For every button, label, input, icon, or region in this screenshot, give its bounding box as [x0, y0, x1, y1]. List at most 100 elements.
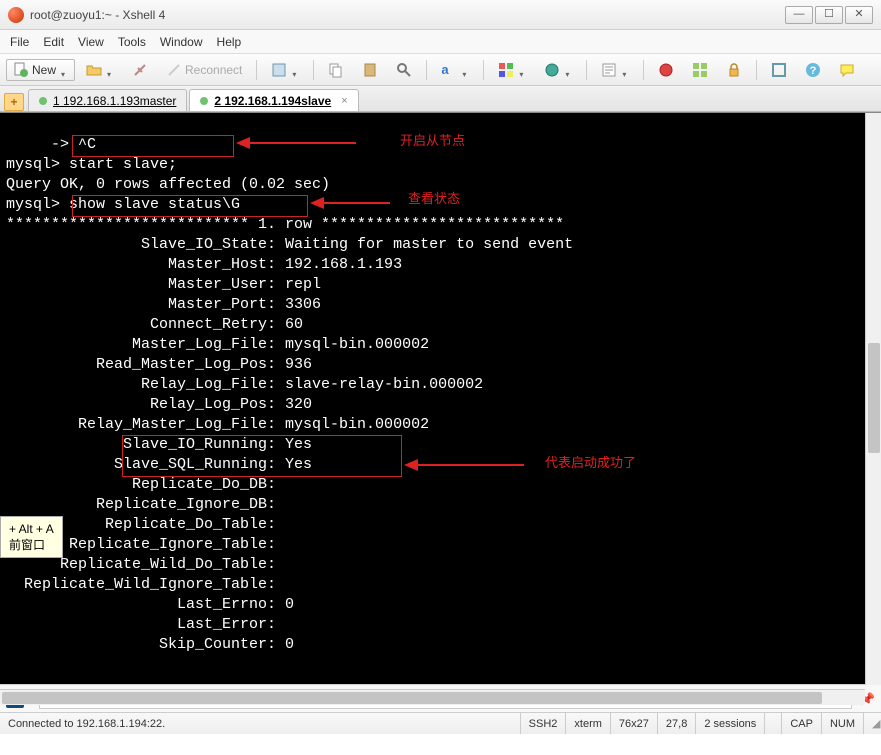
scrollbar-thumb[interactable] [2, 692, 822, 704]
terminal-line: Slave_SQL_Running: Yes [6, 455, 875, 475]
terminal-line: *************************** 1. row *****… [6, 215, 875, 235]
terminal-line: Master_Log_File: mysql-bin.000002 [6, 335, 875, 355]
terminal-line: Replicate_Wild_Do_Table: [6, 555, 875, 575]
terminal-line: Relay_Log_Pos: 320 [6, 395, 875, 415]
status-term: xterm [565, 713, 610, 734]
window-title: root@zuoyu1:~ - Xshell 4 [30, 8, 783, 22]
maximize-button[interactable]: ☐ [815, 6, 843, 24]
properties-button[interactable] [264, 59, 306, 81]
menu-bar: File Edit View Tools Window Help [0, 30, 881, 54]
terminal-line: Connect_Retry: 60 [6, 315, 875, 335]
terminal-line: Relay_Log_File: slave-relay-bin.000002 [6, 375, 875, 395]
terminal-line: Skip_Counter: 0 [6, 635, 875, 655]
reconnect-icon [166, 62, 182, 78]
resize-grip-icon[interactable]: ◢ [872, 717, 880, 730]
menu-view[interactable]: View [78, 35, 104, 49]
menu-file[interactable]: File [10, 35, 29, 49]
tab-bar: + 1 192.168.1.193master 2 192.168.1.194s… [0, 86, 881, 112]
status-cap: CAP [781, 713, 821, 734]
tab-label: 1 192.168.1.193master [53, 94, 176, 108]
xftp-button[interactable] [651, 59, 681, 81]
help-button[interactable]: ? [798, 59, 828, 81]
status-cursor: 27,8 [657, 713, 695, 734]
terminal-line: Replicate_Ignore_DB: [6, 495, 875, 515]
xftp-icon [658, 62, 674, 78]
status-connection: Connected to 192.168.1.194:22. [0, 718, 165, 730]
tooltip-line: 前窗口 [9, 537, 54, 553]
tile-button[interactable] [685, 59, 715, 81]
separator [426, 60, 427, 80]
menu-edit[interactable]: Edit [43, 35, 64, 49]
terminal-line: Read_Master_Log_Pos: 936 [6, 355, 875, 375]
copy-button[interactable] [321, 59, 351, 81]
new-label: New [32, 63, 56, 77]
dropdown-icon [462, 66, 469, 73]
paste-button[interactable] [355, 59, 385, 81]
new-tab-button[interactable]: + [4, 93, 24, 111]
terminal-line: Last_Errno: 0 [6, 595, 875, 615]
tab-master[interactable]: 1 192.168.1.193master [28, 89, 187, 111]
app-icon [8, 7, 24, 23]
separator [256, 60, 257, 80]
separator [586, 60, 587, 80]
tab-label: 2 192.168.1.194slave [214, 94, 331, 108]
terminal-line: mysql> start slave; [6, 155, 875, 175]
annotation-1: 开启从节点 [400, 131, 465, 151]
search-icon [396, 62, 412, 78]
paste-icon [362, 62, 378, 78]
toolbar: New Reconnect a ? [0, 54, 881, 86]
svg-text:?: ? [810, 65, 817, 77]
font-icon: a [441, 62, 457, 78]
scrollbar-thumb[interactable] [868, 343, 880, 453]
dropdown-icon [622, 66, 629, 73]
terminal-line: Replicate_Wild_Ignore_Table: [6, 575, 875, 595]
horizontal-scrollbar[interactable] [0, 689, 865, 705]
chat-button[interactable] [832, 59, 862, 81]
properties-icon [271, 62, 287, 78]
fullscreen-button[interactable] [764, 59, 794, 81]
menu-window[interactable]: Window [160, 35, 203, 49]
new-button[interactable]: New [6, 59, 75, 81]
menu-help[interactable]: Help [217, 35, 242, 49]
terminal[interactable]: -> ^Cmysql> start slave;Query OK, 0 rows… [0, 112, 881, 684]
globe-button[interactable] [537, 59, 579, 81]
vertical-scrollbar[interactable] [865, 113, 881, 685]
status-dot-icon [200, 97, 208, 105]
font-button[interactable]: a [434, 59, 476, 81]
plug-icon [132, 62, 148, 78]
script-button[interactable] [594, 59, 636, 81]
new-file-icon [13, 62, 29, 78]
copy-icon [328, 62, 344, 78]
lock-button[interactable] [719, 59, 749, 81]
find-button[interactable] [389, 59, 419, 81]
disconnect-button[interactable] [125, 59, 155, 81]
reconnect-button[interactable]: Reconnect [159, 59, 249, 81]
dropdown-icon [519, 66, 526, 73]
open-button[interactable] [79, 59, 121, 81]
dropdown-icon [565, 66, 572, 73]
menu-tools[interactable]: Tools [118, 35, 146, 49]
separator [313, 60, 314, 80]
dropdown-icon [292, 66, 299, 73]
reconnect-label: Reconnect [185, 63, 242, 77]
terminal-line: Relay_Master_Log_File: mysql-bin.000002 [6, 415, 875, 435]
minimize-button[interactable]: — [785, 6, 813, 24]
terminal-line: Master_Port: 3306 [6, 295, 875, 315]
color-button[interactable] [491, 59, 533, 81]
terminal-line: Master_Host: 192.168.1.193 [6, 255, 875, 275]
help-icon: ? [805, 62, 821, 78]
terminal-line: Replicate_Do_Table: [6, 515, 875, 535]
lock-icon [726, 62, 742, 78]
title-bar: root@zuoyu1:~ - Xshell 4 — ☐ ✕ [0, 0, 881, 30]
status-num: NUM [821, 713, 863, 734]
tooltip: + Alt + A 前窗口 [0, 516, 63, 558]
palette-icon [498, 62, 514, 78]
tab-close-icon[interactable]: × [341, 95, 347, 107]
tile-icon [692, 62, 708, 78]
status-sessions: 2 sessions [695, 713, 764, 734]
tab-slave[interactable]: 2 192.168.1.194slave × [189, 89, 358, 111]
separator [643, 60, 644, 80]
separator [483, 60, 484, 80]
close-button[interactable]: ✕ [845, 6, 873, 24]
status-dot-icon [39, 97, 47, 105]
